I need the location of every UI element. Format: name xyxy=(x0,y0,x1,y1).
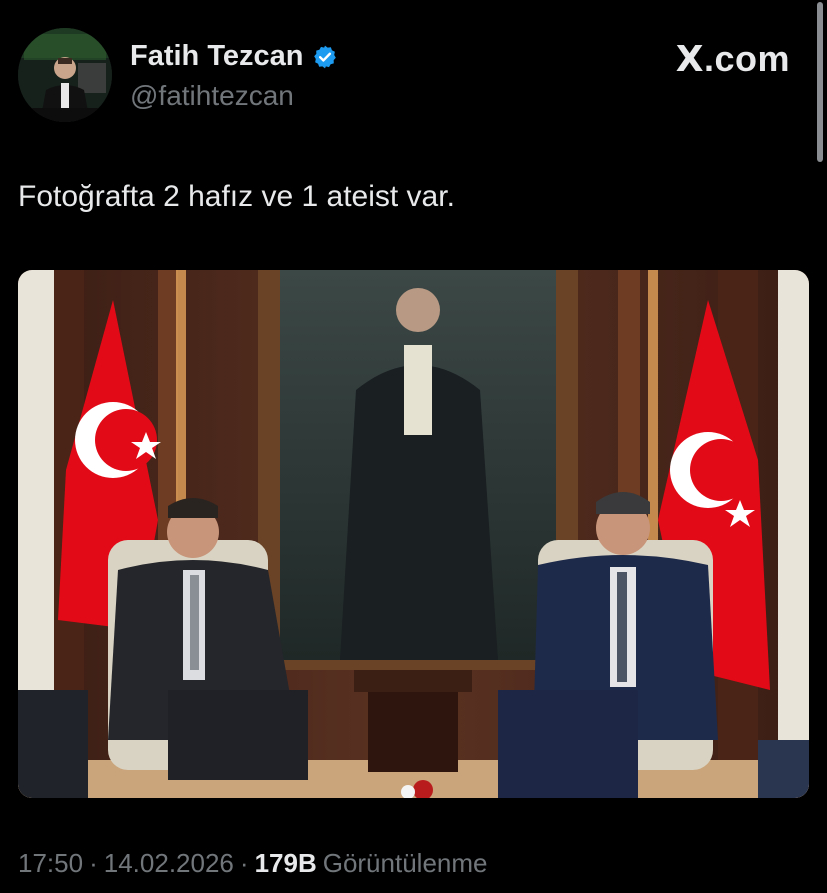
tweet-photo[interactable] xyxy=(18,270,809,798)
separator-dot: · xyxy=(89,848,98,878)
tweet-meta: 17:50 · 14.02.2026 · 179B Görüntülenme xyxy=(18,848,487,879)
scrollbar[interactable] xyxy=(817,2,823,162)
views-label: Görüntülenme xyxy=(322,848,488,878)
avatar[interactable] xyxy=(18,28,112,122)
separator-dot: · xyxy=(239,848,249,878)
views-count[interactable]: 179B xyxy=(255,848,317,879)
tweet-date[interactable]: 14.02.2026 xyxy=(104,848,234,879)
author-handle[interactable]: @fatihtezcan xyxy=(130,80,294,112)
tweet-text: Fotoğrafta 2 hafız ve 1 ateist var. xyxy=(18,180,455,213)
verified-badge-icon xyxy=(313,45,336,68)
photo-image xyxy=(18,270,809,798)
tweet-header: Fatih Tezcan @fatihtezcan X.com xyxy=(18,28,808,128)
author-name[interactable]: Fatih Tezcan xyxy=(130,40,304,73)
x-logo: X.com xyxy=(675,38,790,80)
tweet-time[interactable]: 17:50 xyxy=(18,848,83,879)
